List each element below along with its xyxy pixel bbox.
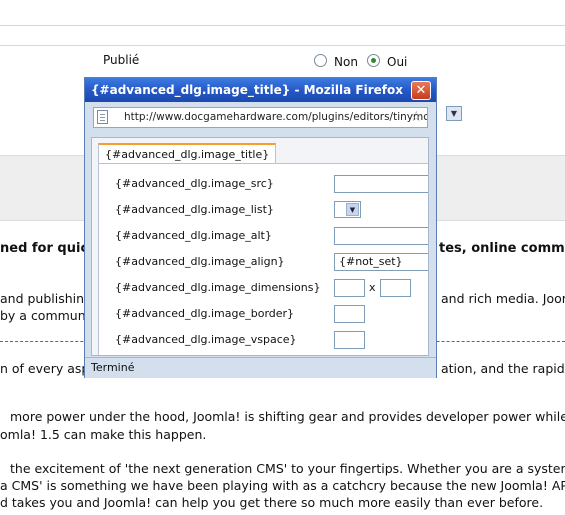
image-dimensions-label: {#advanced_dlg.image_dimensions} [115, 281, 321, 294]
image-width-input[interactable] [334, 279, 365, 297]
close-button[interactable]: ✕ [411, 81, 431, 100]
article-text-line: and rich media. Joom [441, 291, 565, 306]
article-heading: ned for quick [0, 241, 97, 256]
image-vspace-label: {#advanced_dlg.image_vspace} [115, 333, 297, 346]
address-bar[interactable]: http://www.docgamehardware.com/plugins/e… [93, 107, 428, 128]
image-dialog-window: {#advanced_dlg.image_title} - Mozilla Fi… [84, 77, 437, 378]
page-icon [97, 110, 108, 124]
radio-yes-label: Oui [387, 55, 408, 69]
article-text-line: a CMS' is something we have been playing… [0, 478, 565, 493]
address-url: http://www.docgamehardware.com/plugins/e… [124, 111, 428, 123]
image-align-value: {#not_set} [339, 255, 403, 268]
published-label: Publié [103, 53, 140, 67]
window-titlebar[interactable]: {#advanced_dlg.image_title} - Mozilla Fi… [85, 78, 436, 102]
dimensions-separator: x [369, 281, 376, 294]
article-text-line: by a communi [0, 308, 90, 323]
chevron-down-icon: ▼ [346, 203, 359, 216]
image-border-label: {#advanced_dlg.image_border} [115, 307, 295, 320]
tab-image-general[interactable]: {#advanced_dlg.image_title} [98, 143, 277, 164]
radio-no[interactable] [314, 54, 327, 67]
image-align-label: {#advanced_dlg.image_align} [115, 255, 285, 268]
article-text-line: the excitement of 'the next generation C… [10, 461, 565, 476]
radio-yes[interactable] [367, 54, 380, 67]
article-text-line: n of every asp [0, 361, 90, 376]
divider [0, 25, 565, 26]
image-list-select[interactable]: ▼ [334, 201, 361, 218]
image-border-input[interactable] [334, 305, 365, 323]
article-heading-continued: tes, online commu [439, 241, 565, 256]
dialog-content: {#advanced_dlg.image_title} {#advanced_d… [91, 137, 429, 356]
image-height-input[interactable] [380, 279, 411, 297]
article-text-line: d takes you and Joomla! can help you get… [0, 495, 544, 510]
divider [0, 45, 565, 46]
select-dropdown-button[interactable]: ▼ [446, 106, 462, 121]
image-src-label: {#advanced_dlg.image_src} [115, 177, 274, 190]
article-text-line: omla! 1.5 can make this happen. [0, 427, 207, 442]
status-bar: Terminé [85, 357, 436, 378]
image-src-input[interactable] [334, 175, 428, 193]
image-alt-label: {#advanced_dlg.image_alt} [115, 229, 272, 242]
bookmark-star-icon[interactable]: ☆ [410, 109, 423, 125]
radio-no-label: Non [334, 55, 358, 69]
article-text-line: ation, and the rapid in [441, 361, 565, 376]
window-title: {#advanced_dlg.image_title} - Mozilla Fi… [91, 83, 403, 97]
image-align-select[interactable]: {#not_set} [334, 253, 428, 271]
image-properties-panel: {#advanced_dlg.image_src} {#advanced_dlg… [98, 163, 428, 355]
image-alt-input[interactable] [334, 227, 428, 245]
article-text-line: more power under the hood, Joomla! is sh… [10, 409, 565, 424]
image-list-label: {#advanced_dlg.image_list} [115, 203, 274, 216]
admin-header-band [0, 0, 565, 46]
image-vspace-input[interactable] [334, 331, 365, 349]
status-text: Terminé [91, 361, 135, 374]
article-text-line: and publishing [0, 291, 92, 306]
